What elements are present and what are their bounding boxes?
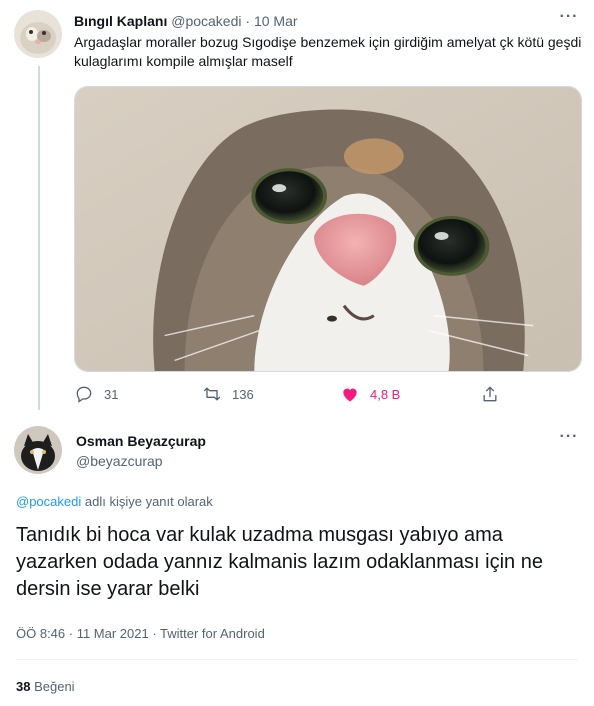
parent-avatar[interactable] — [14, 10, 62, 58]
replying-suffix: adlı kişiye yanıt olarak — [84, 494, 213, 509]
heart-filled-icon — [343, 388, 357, 402]
like-count: 4,8 B — [370, 386, 401, 402]
reply-avatar[interactable] — [14, 426, 62, 474]
parent-tweet-text: Argadaşlar moraller bozug Sıgodişe benze… — [74, 34, 582, 69]
parent-display-name[interactable]: Bıngıl Kaplanı — [74, 13, 167, 29]
reply-icon — [76, 386, 92, 403]
parent-handle[interactable]: @pocakedi — [171, 13, 241, 29]
reply-count: 31 — [104, 386, 119, 402]
replying-to-line: @pocakedi adlı kişiye yanıt olarak — [16, 493, 213, 511]
replying-mention-link[interactable]: @pocakedi — [16, 494, 81, 509]
likes-count: 38 — [16, 679, 31, 694]
thread-connector-line — [38, 66, 40, 410]
parent-date[interactable]: 10 Mar — [254, 13, 298, 29]
more-dots-icon[interactable]: ··· — [558, 9, 580, 30]
reply-timestamp-meta[interactable]: ÖÖ 8:46 · 11 Mar 2021 · Twitter for Andr… — [16, 625, 265, 643]
share-icon — [483, 386, 497, 402]
cat-photo[interactable] — [74, 86, 582, 372]
retweet-count: 136 — [232, 386, 254, 402]
reply-display-name[interactable]: Osman Beyazçurap — [76, 432, 206, 450]
retweet-icon — [203, 387, 221, 401]
parent-actions-bar: 31 136 4,8 B — [74, 382, 514, 406]
header-separator: · — [245, 13, 251, 29]
reply-handle[interactable]: @beyazcurap — [76, 452, 163, 470]
divider — [16, 659, 578, 660]
share-button[interactable] — [480, 382, 510, 406]
likes-label: Beğeni — [34, 679, 75, 694]
reply-button[interactable]: 31 — [74, 382, 118, 406]
reply-tweet-text: Tanıdık bi hoca var kulak uzadma musgası… — [16, 524, 543, 600]
like-button[interactable]: 4,8 B — [340, 382, 400, 406]
retweet-button[interactable]: 136 — [202, 382, 254, 406]
parent-tweet-header: Bıngıl Kaplanı @pocakedi · 10 Mar — [74, 12, 298, 30]
likes-summary[interactable]: 38 Beğeni — [16, 678, 75, 696]
more-dots-icon[interactable]: ··· — [558, 429, 580, 450]
